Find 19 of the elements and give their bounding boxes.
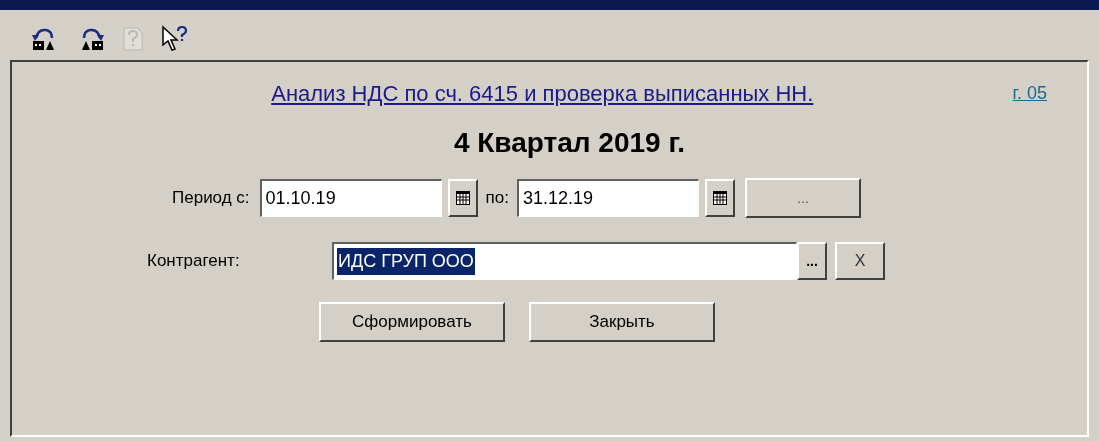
period-heading: 4 Квартал 2019 г. (453, 126, 686, 160)
period-from-label: Период с: (172, 187, 250, 210)
close-button[interactable]: Закрыть (529, 302, 715, 342)
date-field[interactable]: 31.12.19 (516, 179, 699, 217)
generate-button[interactable]: Сформировать (319, 302, 505, 342)
clear-button[interactable]: X (835, 242, 885, 280)
period-to-label: по: (485, 187, 509, 210)
calendar-button[interactable] (704, 179, 735, 217)
calendar-icon (455, 191, 470, 205)
counterparty-field[interactable]: ИДС ГРУП ООО (332, 242, 797, 280)
calendar-icon (712, 191, 727, 205)
date-field[interactable]: 01.10.19 (259, 179, 442, 217)
pointer-help-icon[interactable] (160, 25, 188, 53)
select-button[interactable]: ... (797, 242, 827, 280)
report-link[interactable]: Анализ НДС по сч. 6415 и проверка выписанных НН. (271, 76, 814, 110)
form-link[interactable]: г. 05 (1012, 79, 1047, 107)
period-options-button[interactable]: ... (744, 178, 861, 218)
counterparty-label: Контрагент: (147, 250, 241, 273)
calendar-button[interactable] (447, 179, 478, 217)
